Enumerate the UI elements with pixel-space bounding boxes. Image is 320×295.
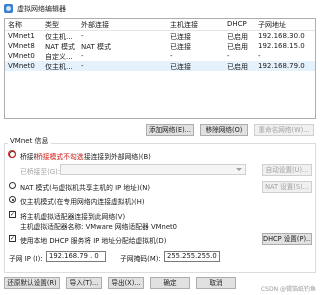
subnet-ip-label: 子网 IP (I): [9, 255, 43, 263]
col-header-dhcp[interactable]: DHCP [227, 20, 254, 28]
cell-name: VMnet8 [8, 42, 35, 50]
host-only-radio[interactable] [9, 196, 16, 203]
subnet-mask-input[interactable]: 255.255.255.0 [164, 251, 220, 262]
cell-external: - [81, 62, 84, 70]
annotation-circle [8, 150, 16, 158]
bridged-to-label: 已桥接至(G): [20, 168, 61, 176]
col-header-name[interactable]: 名称 [8, 20, 42, 30]
auto-settings-button[interactable]: 自动设置(U)... [262, 164, 312, 176]
cell-host: - [170, 52, 173, 60]
cell-subnet: 192.168.30.0 [258, 32, 305, 40]
cell-dhcp: 已启用 [227, 63, 248, 71]
col-header-external[interactable]: 外部连接 [81, 20, 167, 30]
cell-name: VMnet1 [8, 32, 35, 40]
dhcp-checkbox[interactable]: ✓ [9, 235, 16, 242]
nat-mode-radio[interactable] [9, 182, 16, 189]
subnet-ip-input[interactable]: 192.168.79 . 0 [46, 251, 106, 262]
import-button[interactable]: 导入(T)... [66, 277, 102, 289]
network-list[interactable]: 名称 类型 外部连接 主机连接 DHCP 子网地址 VMnet1 仅主机... … [4, 18, 316, 119]
table-row-selected[interactable]: VMnet0 仅主机... - 已连接 已启用 192.168.79.0 [5, 61, 315, 71]
cell-type: 仅主机... [45, 63, 73, 71]
table-row[interactable]: VMnet1 仅主机... - 已连接 已启用 192.168.30.0 [5, 31, 315, 41]
remove-network-button[interactable]: 移除网络(O) [200, 124, 248, 136]
host-only-label[interactable]: 仅主机模式(在专用网络内连接虚拟机)(H) [20, 196, 144, 206]
window-title: 虚拟网络编辑器 [17, 5, 66, 13]
cell-subnet: 192.168.79.0 [258, 62, 305, 70]
connect-adapter-label[interactable]: 将主机虚拟适配器连接到此网络(V) [20, 211, 125, 221]
list-header: 名称 类型 外部连接 主机连接 DHCP 子网地址 [5, 19, 315, 31]
table-row[interactable]: VMnet0 自定义... - - - - [5, 51, 315, 61]
cell-external: - [81, 52, 84, 60]
watermark: CSDN @锡箔纸钓鱼 [260, 286, 316, 293]
nat-mode-label[interactable]: NAT 模式(与虚拟机共享主机的 IP 地址)(N) [20, 182, 150, 192]
subnet-mask-label: 子网掩码(M): [120, 255, 161, 263]
cell-dhcp: - [227, 52, 230, 60]
dhcp-settings-button[interactable]: DHCP 设置(P)... [262, 233, 312, 245]
col-header-subnet[interactable]: 子网地址 [258, 20, 313, 30]
annotation-text: 桥接模式不勾选 [36, 151, 84, 161]
restore-defaults-button[interactable]: 还原默认设置(R) [4, 277, 60, 289]
export-button[interactable]: 导出(X)... [108, 277, 144, 289]
col-header-host[interactable]: 主机连接 [170, 20, 222, 30]
cell-name: VMnet0 [8, 62, 35, 70]
network-app-icon [4, 4, 13, 13]
cell-host: 已连接 [170, 63, 191, 71]
rename-network-button[interactable]: 重命名网络(W)... [254, 124, 314, 136]
col-header-type[interactable]: 类型 [45, 20, 78, 30]
title-bar: 虚拟网络编辑器 [0, 0, 320, 18]
bridged-to-select[interactable] [60, 164, 246, 175]
chevron-down-icon [236, 168, 242, 171]
connect-adapter-checkbox[interactable]: ✓ [9, 211, 16, 218]
adapter-name-label: 主机虚拟适配器名称: VMware 网络适配器 VMnet0 [20, 223, 177, 231]
dhcp-label[interactable]: 使用本地 DHCP 服务将 IP 地址分配给虚拟机(D) [20, 235, 166, 245]
add-network-button[interactable]: 添加网络(E)... [146, 124, 194, 136]
cell-subnet: - [258, 52, 261, 60]
vmnet-info-title: VMnet 信息 [8, 136, 51, 146]
table-row[interactable]: VMnet8 NAT 模式 NAT 模式 已连接 已启用 192.168.15.… [5, 41, 315, 51]
nat-settings-button[interactable]: NAT 设置(S)... [262, 181, 312, 193]
cell-name: VMnet0 [8, 52, 35, 60]
cancel-button[interactable]: 取消 [196, 277, 236, 289]
cell-external: - [81, 32, 84, 40]
ok-button[interactable]: 确定 [150, 277, 190, 289]
cell-subnet: 192.168.15.0 [258, 42, 305, 50]
